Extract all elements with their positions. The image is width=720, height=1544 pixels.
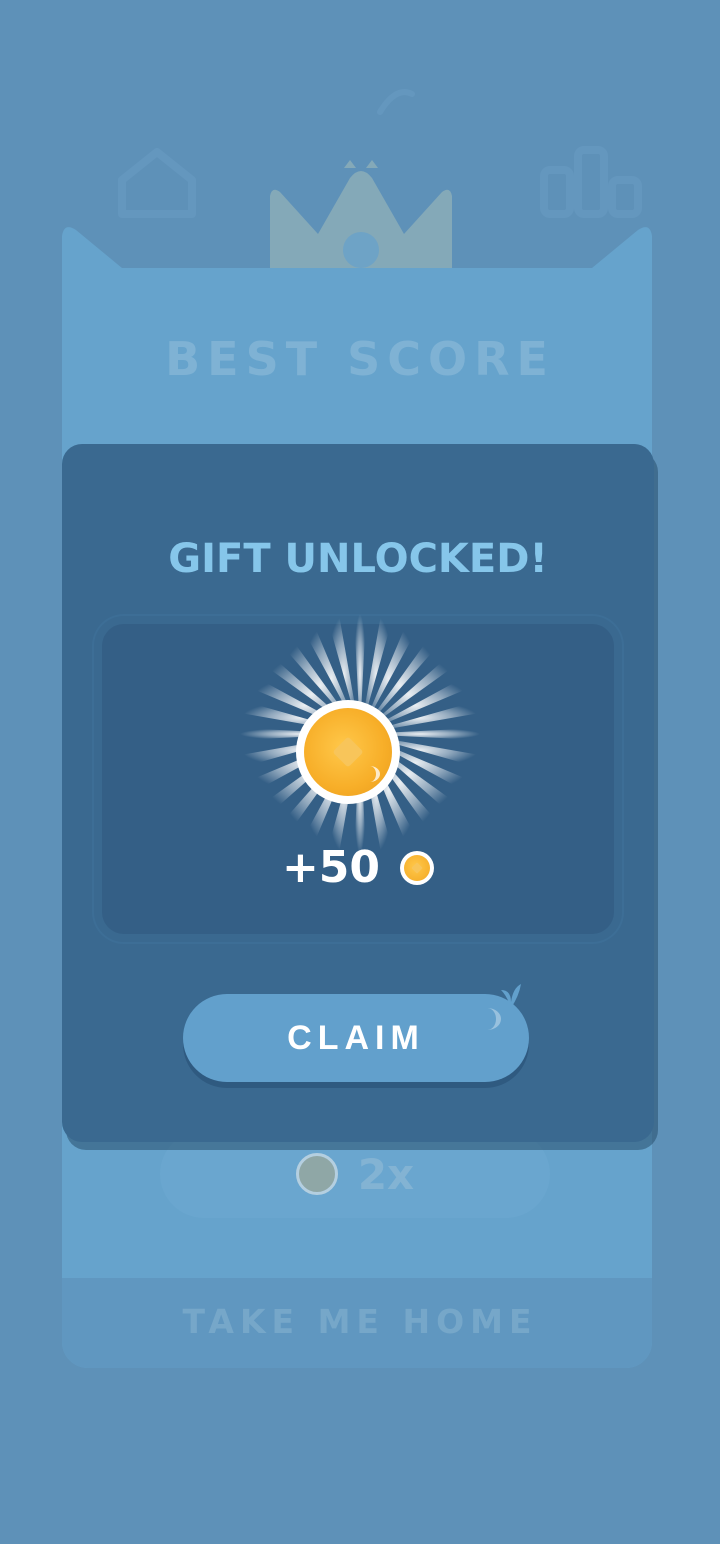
multiplier-label: 2x [357, 1149, 415, 1199]
coin-icon [295, 1153, 338, 1195]
reward-panel: +50 [102, 614, 614, 934]
sprout-icon [501, 984, 521, 1008]
claim-button[interactable]: CLAIM [183, 984, 529, 1082]
crown-icon [270, 160, 452, 272]
home-icon [118, 148, 196, 218]
leaf-icon [377, 89, 415, 115]
reward-amount-row: +50 [102, 842, 614, 893]
leaderboard-icon [540, 146, 642, 218]
button-shine [474, 1008, 501, 1030]
best-score-heading: BEST SCORE [165, 332, 555, 386]
take-me-home-button: TAKE ME HOME [182, 1302, 538, 1341]
gift-dialog: GIFT UNLOCKED! +50 CLAIM [62, 444, 654, 1142]
dialog-title: GIFT UNLOCKED! [168, 536, 548, 582]
coin-icon [400, 850, 435, 885]
reward-amount: +50 [281, 842, 381, 893]
claim-label: CLAIM [287, 1018, 425, 1057]
coin-icon [296, 700, 400, 804]
double-reward-button: 2x [160, 1130, 550, 1218]
